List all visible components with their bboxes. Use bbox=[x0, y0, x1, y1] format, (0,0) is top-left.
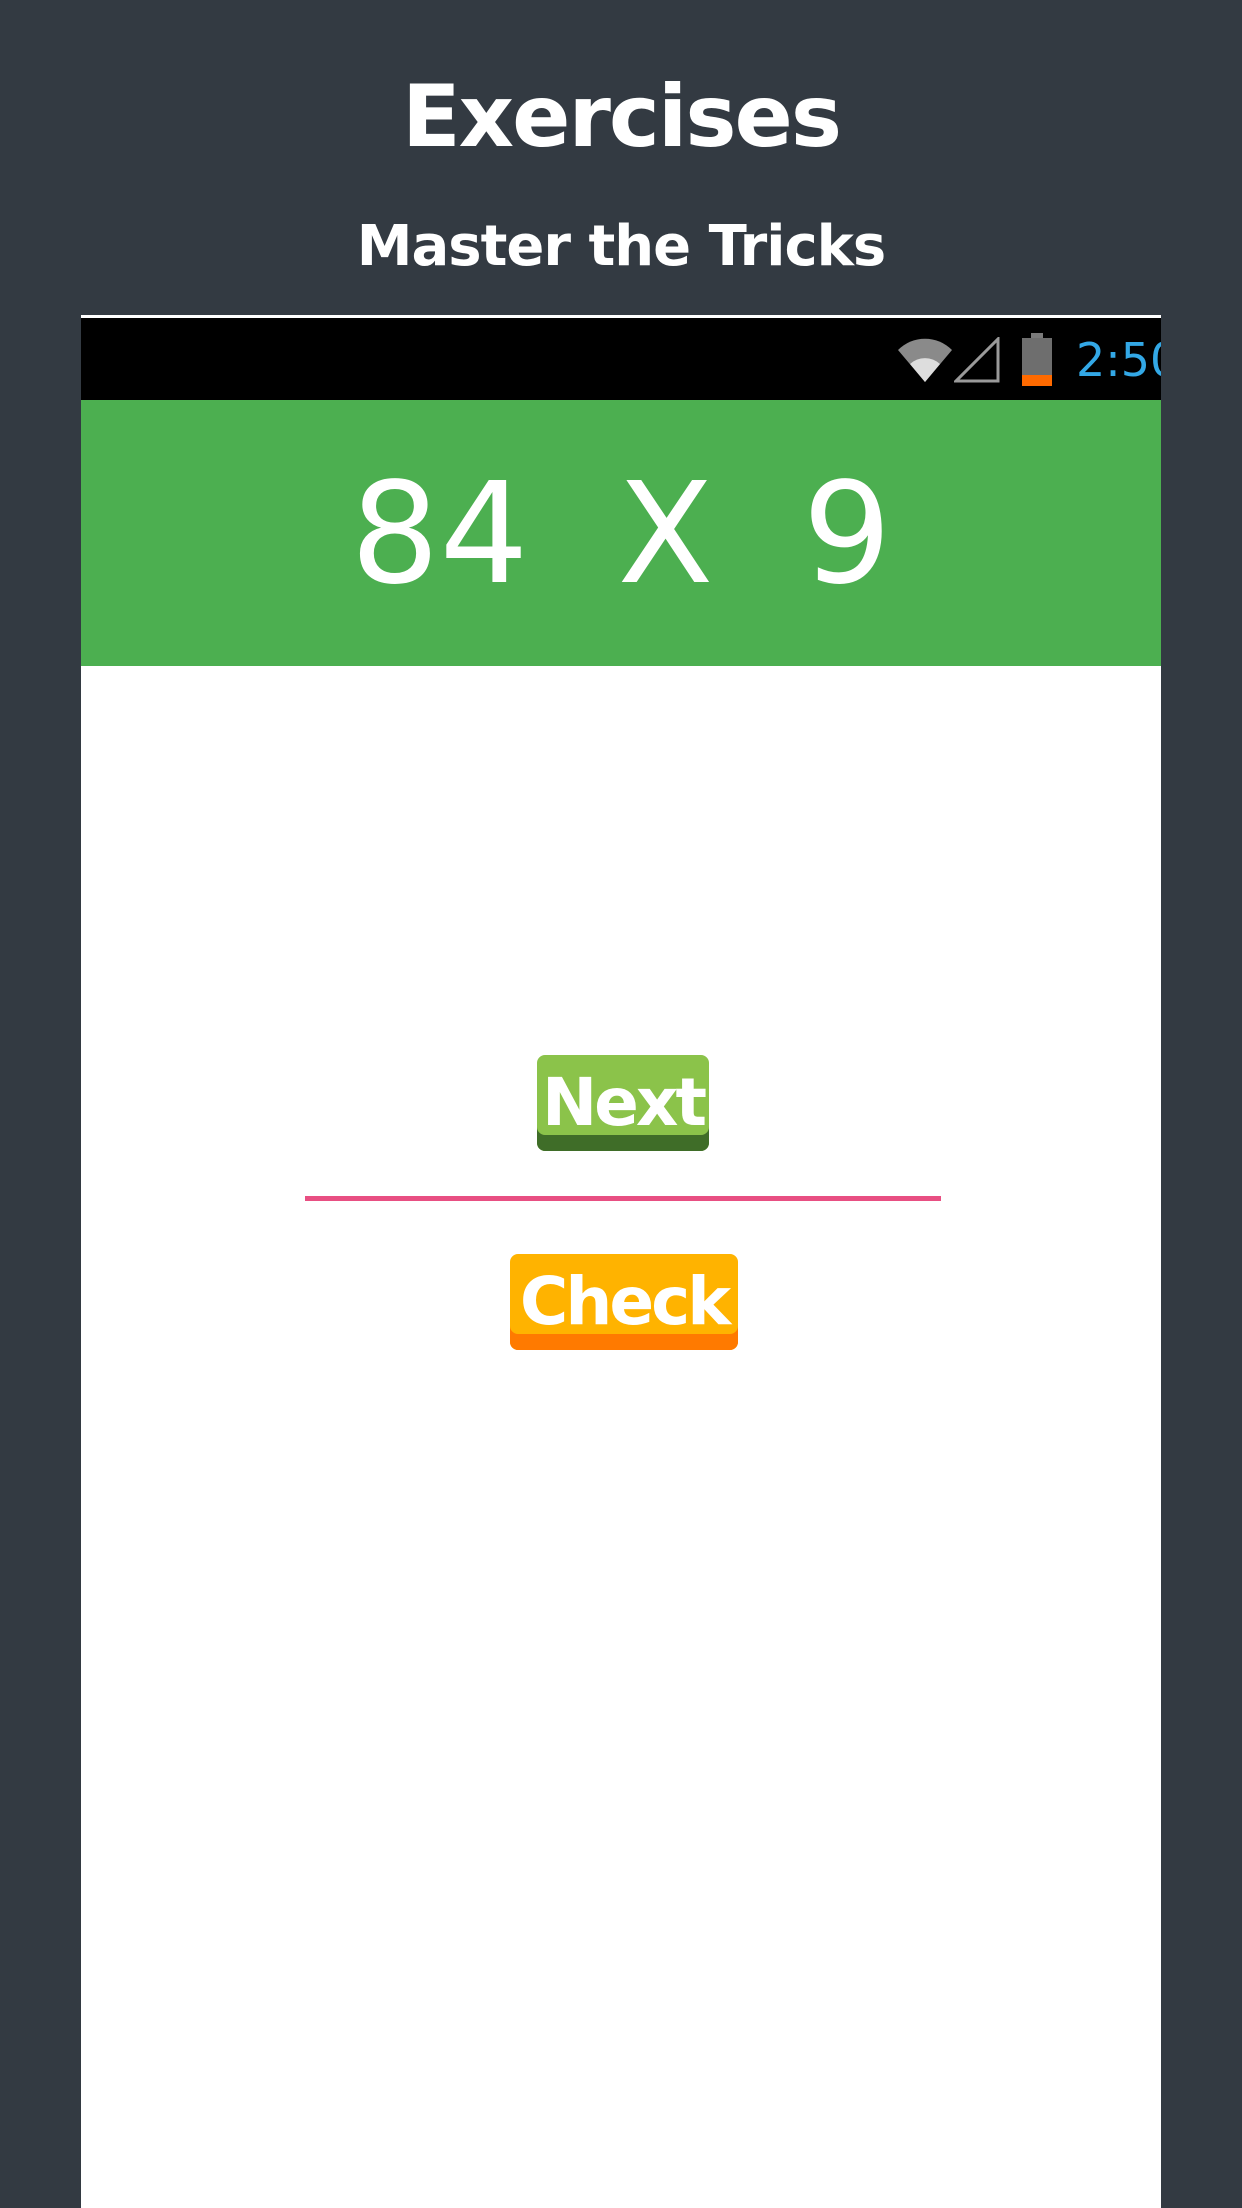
phone-screenshot: 2:50 84 X 9 Next Check bbox=[81, 315, 1161, 2208]
status-time: 2:50 bbox=[1076, 333, 1161, 387]
problem-banner: 84 X 9 bbox=[81, 400, 1161, 666]
signal-icon bbox=[952, 335, 1002, 389]
next-button[interactable]: Next bbox=[537, 1055, 709, 1151]
status-bar: 2:50 bbox=[81, 318, 1161, 400]
problem-text: 84 X 9 bbox=[350, 453, 892, 616]
wifi-icon bbox=[896, 332, 954, 388]
answer-input[interactable] bbox=[305, 1145, 941, 1201]
battery-icon bbox=[1020, 333, 1054, 391]
check-button[interactable]: Check bbox=[510, 1254, 738, 1350]
page-title: Exercises bbox=[401, 67, 842, 167]
page-subtitle: Master the Tricks bbox=[356, 214, 886, 279]
